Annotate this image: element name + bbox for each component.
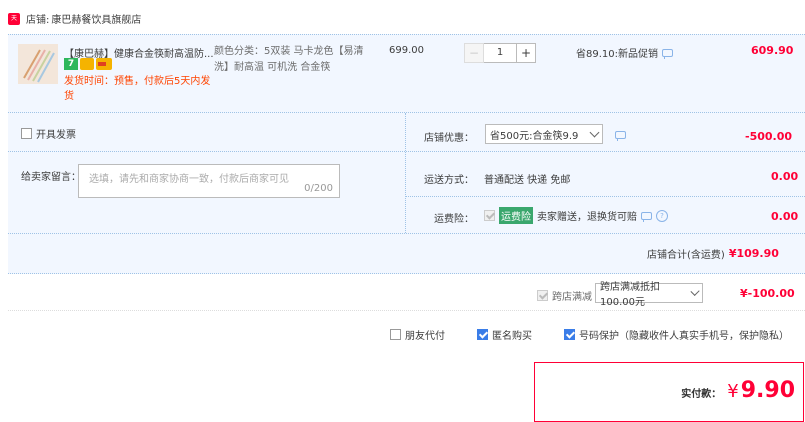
note-label: 给卖家留言：	[21, 172, 81, 183]
coupon-info-icon[interactable]	[615, 131, 626, 141]
shipping-amount: 0.00	[771, 170, 799, 183]
seven-day-return-icon[interactable]: 7	[64, 58, 78, 70]
friend-pay-label: 朋友代付	[405, 331, 445, 342]
help-icon[interactable]: ?	[656, 209, 668, 222]
pay-total: 实付款： ¥ 9.90	[681, 378, 795, 403]
insurance-text: 卖家赠送，退换货可赔	[537, 212, 637, 223]
tmall-badge-icon: 天	[8, 12, 20, 25]
cross-store-option: 跨店满减	[537, 288, 592, 303]
ship-time-note: 发货时间：预售，付款后5天内发货	[64, 76, 211, 102]
cross-store-label: 跨店满减	[552, 292, 592, 303]
chevron-down-icon	[589, 127, 600, 138]
vertical-divider	[405, 113, 406, 233]
promo-text: 省89.10:新品促销	[576, 49, 658, 60]
insurance-checkbox	[484, 210, 495, 221]
item-thumbnail[interactable]	[18, 44, 58, 84]
sku-label: 颜色分类：	[214, 46, 264, 57]
cross-store-amount: ¥-100.00	[740, 287, 795, 300]
sku-info: 颜色分类：5双装 马卡龙色【易清洗】耐高温 可机洗 合金筷	[214, 44, 364, 76]
cross-store-select[interactable]: 跨店满减抵扣100.00元	[595, 282, 703, 308]
store-header: 天 店铺: 康巴赫餐饮具旗舰店	[8, 11, 141, 26]
friend-pay-checkbox[interactable]	[390, 329, 401, 340]
promo-info-icon[interactable]	[662, 48, 673, 59]
note-placeholder: 选填，请先和商家协商一致，付款后商家可见	[89, 174, 289, 185]
friend-pay-option[interactable]: 朋友代付	[390, 327, 445, 342]
store-coupon-label: 店铺优惠：	[424, 133, 474, 144]
number-protect-label: 号码保护（隐藏收件人真实手机号，保护隐私）	[579, 331, 789, 342]
note-textarea[interactable]: 选填，请先和商家协商一致，付款后商家可见 0/200	[78, 164, 340, 198]
credit-card-icon[interactable]	[96, 58, 112, 70]
quantity-input[interactable]: 1	[484, 43, 516, 63]
row-divider-1	[8, 151, 805, 152]
invoice-checkbox[interactable]	[21, 128, 32, 139]
invoice-label: 开具发票	[36, 130, 76, 141]
anonymous-checkbox[interactable]	[477, 329, 488, 340]
item-subtotal: 609.90	[751, 44, 794, 57]
unit-price: 699.00	[389, 45, 424, 56]
cross-store-checkbox	[537, 290, 548, 301]
store-total-amount: ¥109.90	[728, 247, 779, 260]
store-name-link[interactable]: 康巴赫餐饮具旗舰店	[51, 11, 141, 26]
store-label: 店铺:	[26, 15, 50, 26]
anonymous-option[interactable]: 匿名购买	[477, 327, 532, 342]
chopsticks-image	[18, 44, 58, 84]
quantity-stepper: − 1 +	[464, 43, 536, 63]
row-divider-3	[8, 233, 805, 234]
note-counter: 0/200	[304, 183, 333, 194]
pay-label: 实付款：	[681, 389, 722, 400]
pay-currency: ¥	[727, 381, 739, 402]
anonymous-label: 匿名购买	[492, 331, 532, 342]
insurance-label: 运费险：	[434, 214, 474, 225]
pay-amount: 9.90	[740, 378, 795, 403]
insurance-option: 运费险 卖家赠送，退换货可赔 ?	[484, 207, 668, 224]
invoice-option[interactable]: 开具发票	[21, 126, 76, 141]
cross-store-selected: 跨店满减抵扣100.00元	[600, 282, 660, 308]
guarantee-icon[interactable]	[80, 58, 94, 70]
shipping-method: 普通配送 快递 免邮	[484, 175, 571, 186]
pay-summary-box: 实付款： ¥ 9.90	[534, 362, 804, 422]
item-tags: 7	[64, 58, 112, 70]
store-coupon-amount: -500.00	[745, 130, 793, 143]
insurance-amount: 0.00	[771, 210, 799, 223]
shipping-label: 运送方式：	[424, 175, 474, 186]
store-coupon-selected: 省500元:合金筷9.9	[490, 130, 579, 142]
number-protect-checkbox[interactable]	[564, 329, 575, 340]
number-protect-option[interactable]: 号码保护（隐藏收件人真实手机号，保护隐私）	[564, 327, 789, 342]
decrement-button[interactable]: −	[464, 43, 484, 63]
promo-info: 省89.10:新品促销	[576, 45, 673, 60]
store-total: 店铺合计(含运费) ¥109.90	[647, 246, 779, 261]
store-total-label: 店铺合计(含运费)	[647, 250, 725, 261]
insurance-chat-icon[interactable]	[641, 211, 652, 222]
store-coupon-select[interactable]: 省500元:合金筷9.9	[485, 124, 603, 144]
insurance-tag: 运费险	[499, 207, 533, 224]
increment-button[interactable]: +	[516, 43, 536, 63]
row-divider-2	[405, 196, 805, 197]
